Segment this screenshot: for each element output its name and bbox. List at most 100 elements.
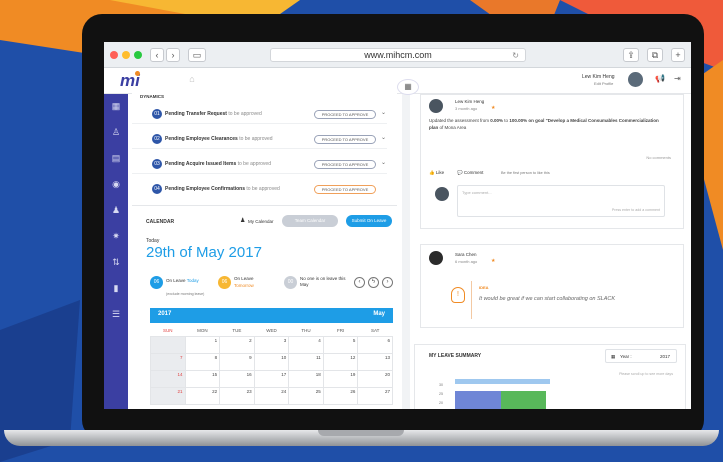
logout-icon[interactable]: ⇥ bbox=[674, 74, 681, 83]
maximize-dot[interactable] bbox=[134, 51, 142, 59]
team-icon[interactable]: ♟ bbox=[110, 204, 122, 216]
user-role[interactable]: Edit Profile bbox=[594, 81, 613, 86]
new-tab-button[interactable]: + bbox=[671, 48, 685, 62]
minimize-dot[interactable] bbox=[122, 51, 130, 59]
post-time: 6 month ago bbox=[455, 259, 478, 264]
share-icon[interactable]: ⇪ bbox=[623, 48, 639, 62]
team-calendar-button[interactable]: Team Calendar bbox=[282, 215, 338, 227]
dynamics-row[interactable]: 01 Pending Transfer Request to be approv… bbox=[132, 104, 387, 124]
chart-bar bbox=[455, 391, 501, 409]
day-cell[interactable]: 12 bbox=[322, 352, 359, 371]
row-label: Pending Employee Confirmations to be app… bbox=[165, 186, 280, 192]
day-cell[interactable]: 9 bbox=[219, 352, 255, 371]
sidebar: ▦ ♙ ▤ ◉ ♟ ✷ ⇅ ▮ ☰ bbox=[104, 94, 128, 409]
list-icon[interactable]: ☰ bbox=[110, 308, 122, 320]
proceed-button[interactable]: PROCEED TO APPROVE bbox=[314, 160, 376, 169]
transfer-icon[interactable]: ⇅ bbox=[110, 256, 122, 268]
day-cell[interactable]: 3 bbox=[253, 335, 290, 354]
chevron-down-icon[interactable]: ⌄ bbox=[381, 134, 386, 141]
day-cell[interactable]: 21 bbox=[150, 386, 186, 405]
day-cell[interactable]: 14 bbox=[150, 369, 186, 388]
dynamics-row[interactable]: 03 Pending Acquire Issued Items to be ap… bbox=[132, 154, 387, 174]
day-cell[interactable]: 18 bbox=[288, 369, 324, 388]
feed-post: Sara Chen 6 month ago ★ ! IDEA It would … bbox=[420, 244, 684, 328]
day-cell[interactable]: 27 bbox=[357, 386, 393, 405]
day-cell[interactable]: 24 bbox=[253, 386, 290, 405]
chevron-down-icon[interactable]: ⌄ bbox=[381, 109, 386, 116]
day-cell[interactable]: 5 bbox=[322, 335, 359, 354]
post-author[interactable]: Lew Kim Heng bbox=[455, 99, 484, 104]
sidebar-toggle-icon[interactable]: ▭ bbox=[188, 48, 206, 62]
dynamics-row[interactable]: 04 Pending Employee Confirmations to be … bbox=[132, 179, 387, 199]
dynamics-row[interactable]: 02 Pending Employee Clearances to be app… bbox=[132, 129, 387, 149]
proceed-button[interactable]: PROCEED TO APPROVE bbox=[314, 135, 376, 144]
weekday-header: MON bbox=[197, 328, 208, 334]
proceed-button[interactable]: PROCEED TO APPROVE bbox=[314, 110, 376, 119]
layout-toggle-icon[interactable]: ▦ bbox=[397, 79, 419, 95]
day-cell[interactable]: 23 bbox=[219, 386, 255, 405]
day-cell[interactable]: 16 bbox=[219, 369, 255, 388]
on-leave-today-label: On Leave Today bbox=[166, 278, 199, 283]
on-leave-tomorrow-count[interactable]: 06 bbox=[218, 276, 231, 289]
address-bar[interactable]: www.mihcm.com ↻ bbox=[270, 48, 526, 62]
dashboard-icon[interactable]: ▦ bbox=[110, 100, 122, 112]
comment-button[interactable]: 💬 Comment bbox=[457, 170, 483, 176]
reload-icon[interactable]: ↻ bbox=[512, 49, 519, 62]
my-calendar-link[interactable]: My Calendar bbox=[248, 219, 274, 224]
comments-count[interactable]: No comments bbox=[646, 155, 671, 160]
day-cell[interactable]: 22 bbox=[184, 386, 221, 405]
calendar-week: 1 2 3 4 5 6 bbox=[150, 335, 393, 354]
day-cell[interactable]: 10 bbox=[253, 352, 290, 371]
day-cell[interactable]: 26 bbox=[322, 386, 359, 405]
megaphone-icon[interactable]: 📢 bbox=[655, 74, 665, 83]
day-cell[interactable] bbox=[150, 335, 186, 354]
day-cell[interactable]: 1 bbox=[184, 335, 221, 354]
banner-year: 2017 bbox=[158, 311, 172, 317]
day-cell[interactable]: 8 bbox=[184, 352, 221, 371]
back-button[interactable]: ‹ bbox=[150, 48, 164, 62]
day-cell[interactable]: 6 bbox=[357, 335, 393, 354]
no-leave-count[interactable]: 00 bbox=[284, 276, 297, 289]
day-cell[interactable]: 7 bbox=[150, 352, 186, 371]
tabs-icon[interactable]: ⧉ bbox=[647, 48, 663, 62]
lightning-icon[interactable]: ϟ bbox=[368, 277, 379, 288]
person-icon: ♟ bbox=[240, 218, 246, 224]
day-cell[interactable]: 20 bbox=[357, 369, 393, 388]
post-author[interactable]: Sara Chen bbox=[455, 252, 477, 257]
row-number: 03 bbox=[152, 159, 162, 169]
profile-icon[interactable]: ◉ bbox=[110, 178, 122, 190]
forward-button[interactable]: › bbox=[166, 48, 180, 62]
idea-text: It would be great if we can start collab… bbox=[479, 296, 616, 302]
avatar[interactable] bbox=[628, 72, 643, 87]
scroll-hint: Please scroll up to see more days bbox=[619, 372, 673, 376]
day-cell[interactable]: 17 bbox=[253, 369, 290, 388]
home-icon[interactable]: ⌂ bbox=[186, 73, 198, 85]
day-cell[interactable]: 13 bbox=[357, 352, 393, 371]
y-tick: 30 bbox=[439, 383, 443, 387]
document-icon[interactable]: ▤ bbox=[110, 152, 122, 164]
chevron-down-icon[interactable]: ⌄ bbox=[381, 159, 386, 166]
avatar[interactable] bbox=[429, 251, 443, 265]
book-icon[interactable]: ▮ bbox=[110, 282, 122, 294]
year-value: 2017 bbox=[659, 354, 670, 359]
day-cell[interactable]: 11 bbox=[288, 352, 324, 371]
day-cell[interactable]: 15 bbox=[184, 369, 221, 388]
prev-month-icon[interactable]: ‹ bbox=[354, 277, 365, 288]
like-button[interactable]: 👍 Like bbox=[429, 170, 444, 176]
next-month-icon[interactable]: › bbox=[382, 277, 393, 288]
day-cell[interactable]: 25 bbox=[288, 386, 324, 405]
on-leave-today-count[interactable]: 06 bbox=[150, 276, 163, 289]
banner-month: May bbox=[373, 311, 385, 317]
year-selector[interactable]: ▦ Year : 2017 bbox=[605, 349, 677, 363]
close-dot[interactable] bbox=[110, 51, 118, 59]
day-cell[interactable]: 2 bbox=[219, 335, 255, 354]
people-icon[interactable]: ♙ bbox=[110, 126, 122, 138]
day-cell[interactable]: 4 bbox=[288, 335, 324, 354]
avatar[interactable] bbox=[429, 99, 443, 113]
proceed-button[interactable]: PROCEED TO APPROVE bbox=[314, 185, 376, 194]
day-cell[interactable]: 19 bbox=[322, 369, 359, 388]
comment-input[interactable]: Type comment... Press enter to add a com… bbox=[457, 185, 665, 217]
submit-leave-button[interactable]: Submit On Leave bbox=[346, 215, 392, 227]
enter-hint: Press enter to add a comment bbox=[611, 208, 660, 212]
settings-icon[interactable]: ✷ bbox=[110, 230, 122, 242]
